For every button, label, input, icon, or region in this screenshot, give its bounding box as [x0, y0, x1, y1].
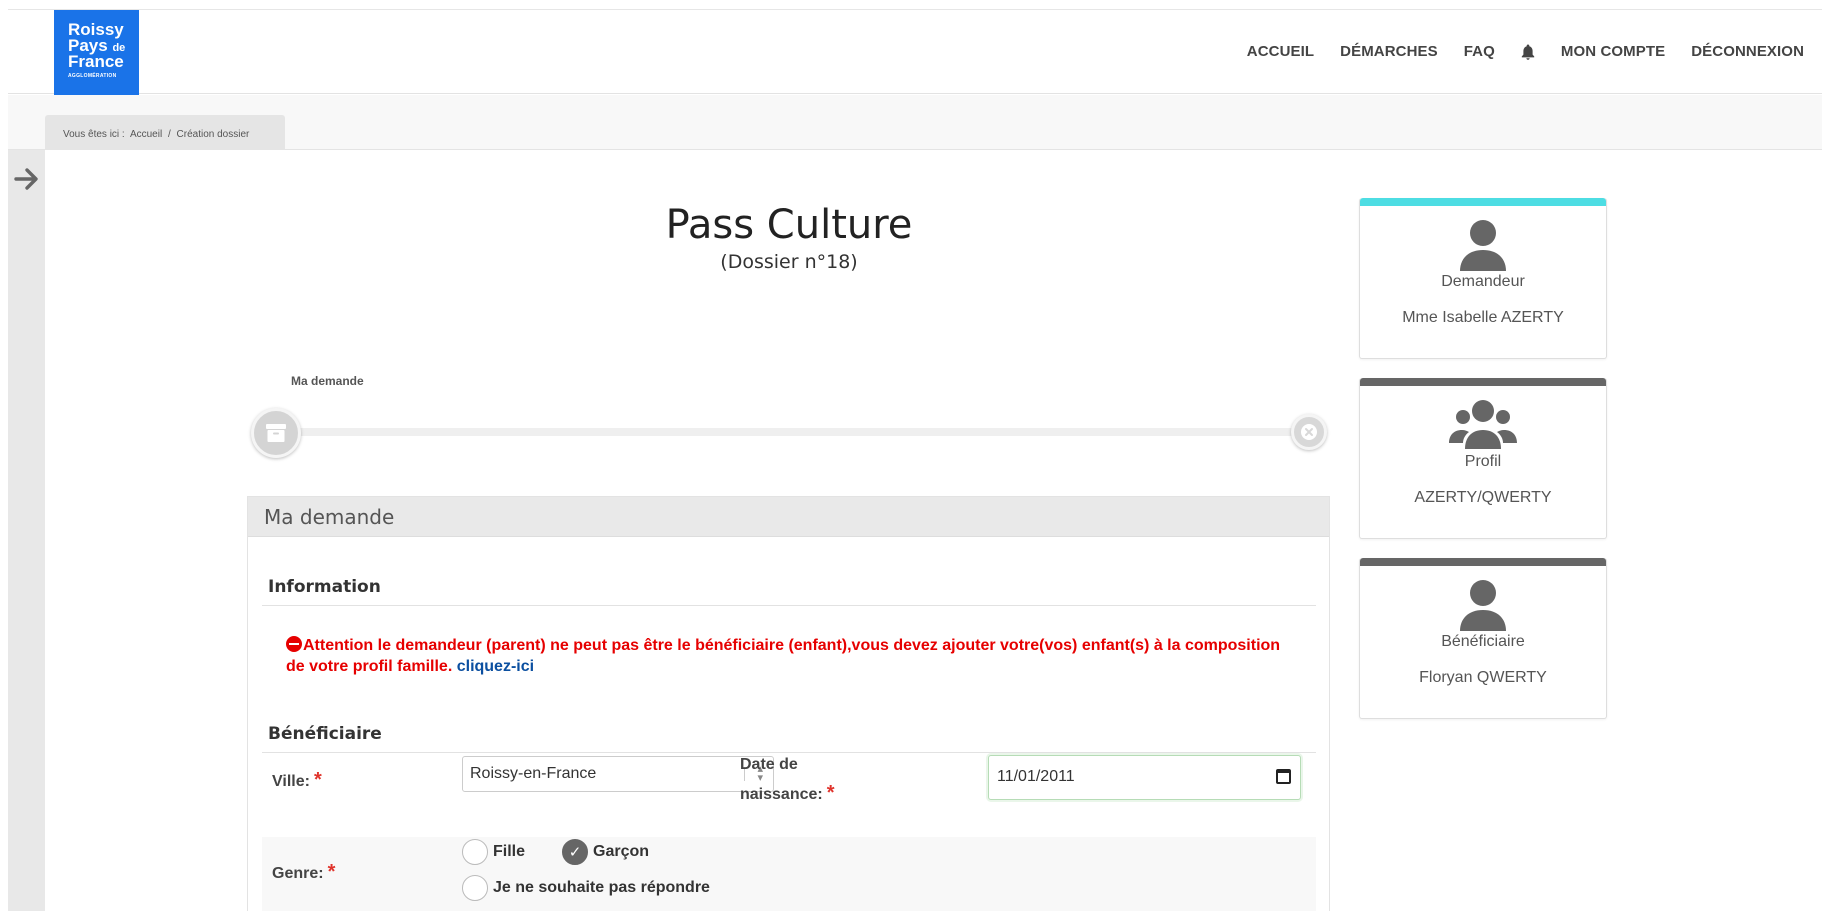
radio-fille[interactable]: Fille — [462, 839, 525, 865]
user-icon — [1460, 220, 1506, 271]
stepper-step-ma-demande[interactable] — [251, 408, 301, 458]
archive-box-icon — [266, 424, 286, 442]
breadcrumb-prefix: Vous êtes ici : — [63, 129, 125, 140]
alert-text: Attention le demandeur (parent) ne peut … — [286, 637, 1281, 675]
breadcrumb-current: Création dossier — [176, 129, 250, 140]
breadcrumb: Vous êtes ici : Accueil / Création dossi… — [45, 115, 285, 150]
form-row-ville-date: Ville: * Roissy-en-France ▴ ▾ Date de naiss… — [262, 755, 1316, 819]
card-value: Floryan QWERTY — [1419, 669, 1547, 686]
section-divider — [262, 605, 1316, 606]
close-circle-icon — [1301, 424, 1317, 440]
user-icon — [1460, 580, 1506, 631]
ville-label: Ville: * — [272, 769, 322, 791]
page-title: Pass Culture — [665, 202, 913, 248]
date-naissance-label: Date de naissance: * — [740, 756, 835, 804]
card-accent-bar — [1360, 558, 1606, 566]
alert-link-cliquez-ici[interactable]: cliquez-ici — [457, 658, 534, 675]
arrow-right-icon[interactable] — [12, 164, 42, 194]
main-nav: ACCUEIL DÉMARCHES FAQ MON COMPTE DÉCONNE… — [1221, 43, 1804, 60]
card-value: AZERTY/QWERTY — [1414, 489, 1552, 506]
genre-label: Genre: * — [272, 861, 336, 883]
card-demandeur[interactable]: Demandeur Mme Isabelle AZERTY — [1359, 198, 1607, 359]
breadcrumb-accueil[interactable]: Accueil — [130, 129, 162, 140]
panel-title: Ma demande — [248, 497, 1329, 537]
logo-line-4: AGGLOMÉRATION — [68, 73, 117, 80]
alert-message: Attention le demandeur (parent) ne peut … — [286, 634, 1286, 677]
ville-select-value: Roissy-en-France — [470, 765, 597, 782]
site-header: Roissy Pays de France AGGLOMÉRATION ACCU… — [8, 10, 1822, 95]
radio-garcon[interactable]: ✓ Garçon — [562, 839, 649, 865]
nav-accueil[interactable]: ACCUEIL — [1247, 43, 1314, 60]
ville-select[interactable]: Roissy-en-France ▴ ▾ — [462, 756, 774, 792]
section-information-title: Information — [268, 577, 381, 597]
breadcrumb-band: Vous êtes ici : Accueil / Création dossi… — [8, 95, 1822, 150]
radio-checked-icon[interactable]: ✓ — [562, 839, 588, 865]
card-accent-bar — [1360, 198, 1606, 206]
card-beneficiaire[interactable]: Bénéficiaire Floryan QWERTY — [1359, 558, 1607, 719]
date-naissance-input[interactable]: 11/01/2011 — [988, 755, 1301, 800]
no-entry-icon — [286, 636, 302, 652]
left-sidebar-rail — [8, 150, 45, 911]
card-value: Mme Isabelle AZERTY — [1402, 309, 1564, 326]
stepper-label: Ma demande — [291, 374, 364, 388]
card-role: Bénéficiaire — [1441, 633, 1525, 650]
breadcrumb-separator: / — [167, 129, 171, 140]
ma-demande-panel: Ma demande Information Attention le dema… — [247, 496, 1330, 911]
nav-demarches[interactable]: DÉMARCHES — [1340, 43, 1438, 60]
section-beneficiaire-title: Bénéficiaire — [268, 724, 382, 744]
card-role: Profil — [1464, 453, 1502, 470]
radio-circle[interactable] — [462, 875, 488, 901]
radio-ne-souhaite-pas[interactable]: Je ne souhaite pas répondre — [462, 875, 710, 901]
page-subtitle: (Dossier n°18) — [720, 251, 858, 273]
nav-faq[interactable]: FAQ — [1464, 43, 1495, 60]
form-row-genre: Genre: * Fille ✓ Garçon Je ne souhaite pa… — [262, 837, 1316, 911]
bell-icon[interactable] — [1521, 44, 1535, 60]
roissy-logo[interactable]: Roissy Pays de France AGGLOMÉRATION — [54, 10, 139, 95]
nav-mon-compte[interactable]: MON COMPTE — [1561, 43, 1665, 60]
card-role: Demandeur — [1441, 273, 1525, 290]
calendar-icon[interactable] — [1276, 769, 1291, 784]
logo-line-3: France — [68, 52, 124, 72]
stepper-step-end[interactable] — [1291, 414, 1327, 450]
users-group-icon — [1449, 400, 1517, 449]
card-accent-bar — [1360, 378, 1606, 386]
radio-circle[interactable] — [462, 839, 488, 865]
card-profil[interactable]: Profil AZERTY/QWERTY — [1359, 378, 1607, 539]
nav-deconnexion[interactable]: DÉCONNEXION — [1691, 43, 1804, 60]
date-value: 11/01/2011 — [997, 768, 1075, 785]
stepper-track — [276, 428, 1308, 436]
